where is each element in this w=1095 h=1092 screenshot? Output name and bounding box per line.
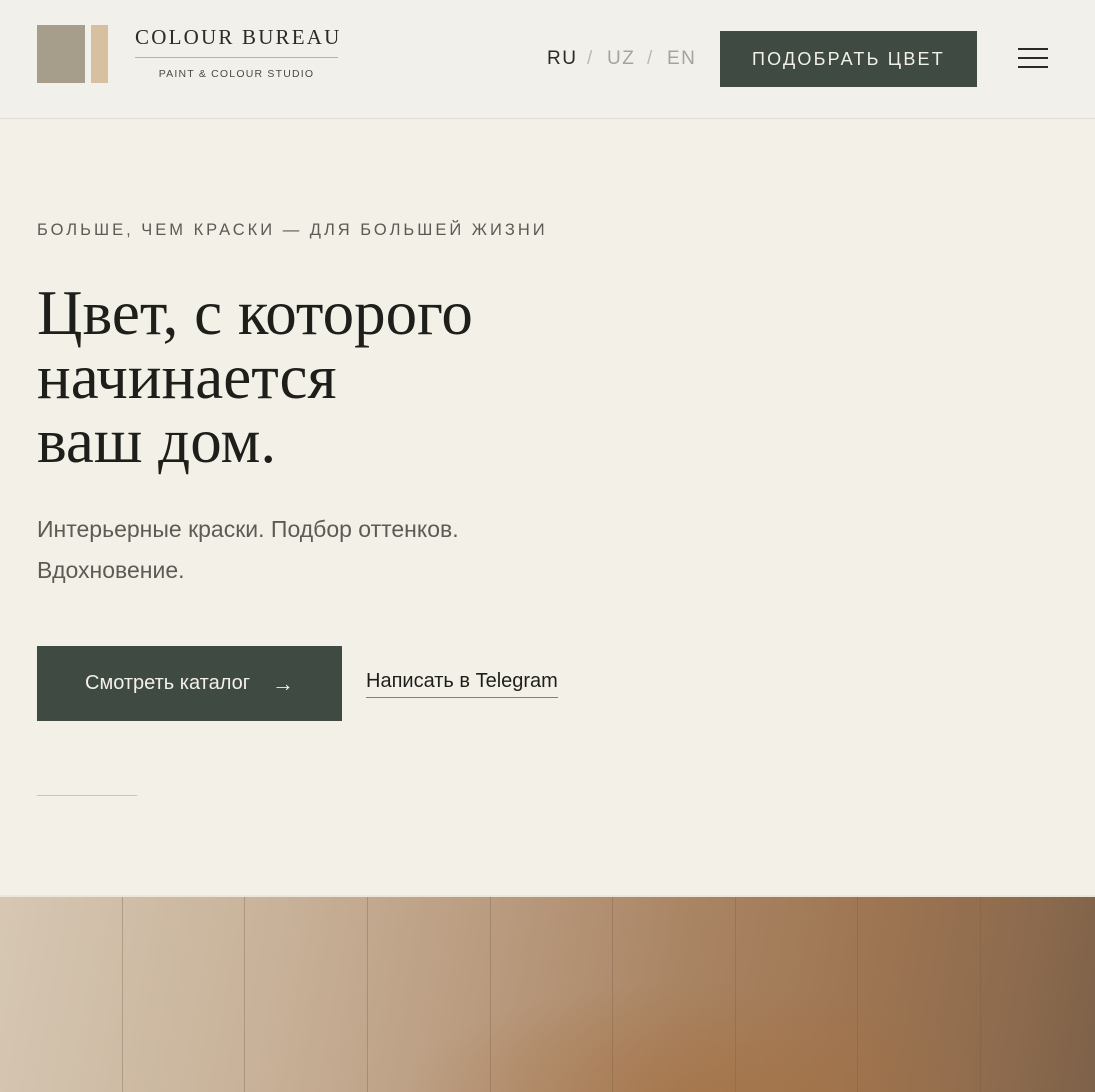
view-catalog-label: Смотреть каталог (85, 672, 250, 694)
site-header: COLOUR BUREAU PAINT & COLOUR STUDIO RU /… (0, 0, 1095, 119)
lang-uz-link[interactable]: UZ (607, 47, 635, 71)
palette-column-divider (490, 897, 491, 1092)
brand-tagline: PAINT & COLOUR STUDIO (158, 68, 315, 80)
brand[interactable]: COLOUR BUREAU PAINT & COLOUR STUDIO (135, 24, 342, 80)
hero-title-line: ваш дом. (37, 406, 277, 476)
hero-eyebrow: БОЛЬШЕ, ЧЕМ КРАСКИ — ДЛЯ БОЛЬШЕЙ ЖИЗНИ (37, 221, 548, 239)
palette-column-divider (122, 897, 123, 1092)
hero-subtitle-line: Интерьерные краски. Подбор оттенков. (37, 516, 459, 542)
palette-column-divider (857, 897, 858, 1092)
hamburger-icon[interactable] (1015, 44, 1049, 72)
pick-color-button[interactable]: ПОДОБРАТЬ ЦВЕТ (720, 31, 977, 87)
brand-name: COLOUR BUREAU (135, 25, 342, 49)
lang-separator: / (647, 48, 653, 69)
lang-separator: / (587, 48, 593, 69)
decorative-divider (37, 795, 137, 796)
lang-en-link[interactable]: EN (667, 47, 696, 71)
lang-ru-link[interactable]: RU (547, 47, 577, 71)
colour-palette-strip (0, 895, 1095, 1092)
view-catalog-button[interactable]: Смотреть каталог → (37, 646, 342, 721)
logo-swatch-small (91, 25, 108, 83)
brand-divider (135, 57, 338, 58)
hero-title: Цвет, с которого начинается ваш дом. (37, 281, 637, 473)
palette-column-divider (980, 897, 981, 1092)
hamburger-line (1018, 48, 1048, 50)
hero-title-line: Цвет, с которого (37, 278, 473, 348)
telegram-link[interactable]: Написать в Telegram (366, 670, 558, 698)
hamburger-line (1018, 66, 1048, 68)
hamburger-line (1018, 57, 1048, 59)
palette-column-divider (367, 897, 368, 1092)
hero-subtitle-line: Вдохновение. (37, 557, 185, 583)
hero-subtitle: Интерьерные краски. Подбор оттенков. Вдо… (37, 509, 557, 591)
palette-column-divider (612, 897, 613, 1092)
palette-column-divider (735, 897, 736, 1092)
arrow-right-icon: → (272, 670, 294, 696)
logo-swatch-large (37, 25, 85, 83)
palette-column-divider (244, 897, 245, 1092)
hero-title-line: начинается (37, 342, 337, 412)
logo-mark[interactable] (37, 25, 108, 83)
